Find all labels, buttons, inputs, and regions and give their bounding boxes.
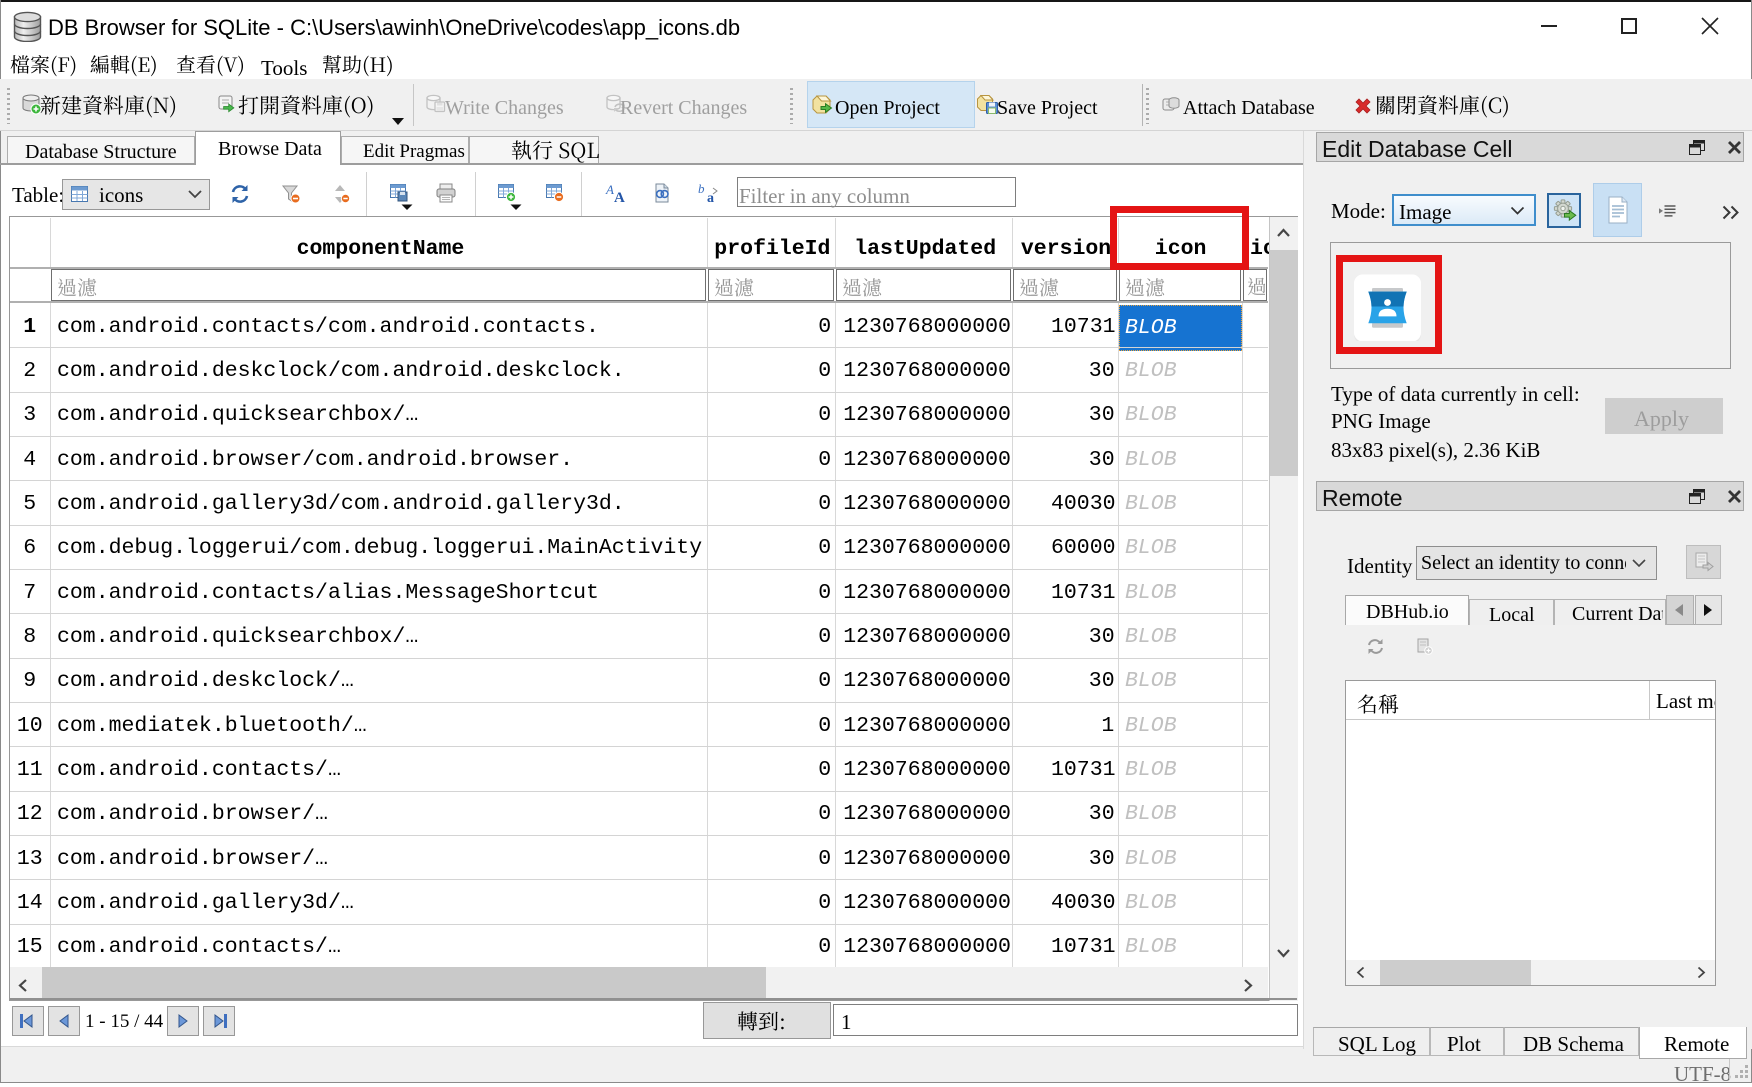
svg-text:A: A (614, 190, 625, 204)
svg-text:a: a (707, 191, 714, 204)
svg-text:A: A (605, 182, 614, 197)
svg-text:b: b (698, 182, 705, 196)
